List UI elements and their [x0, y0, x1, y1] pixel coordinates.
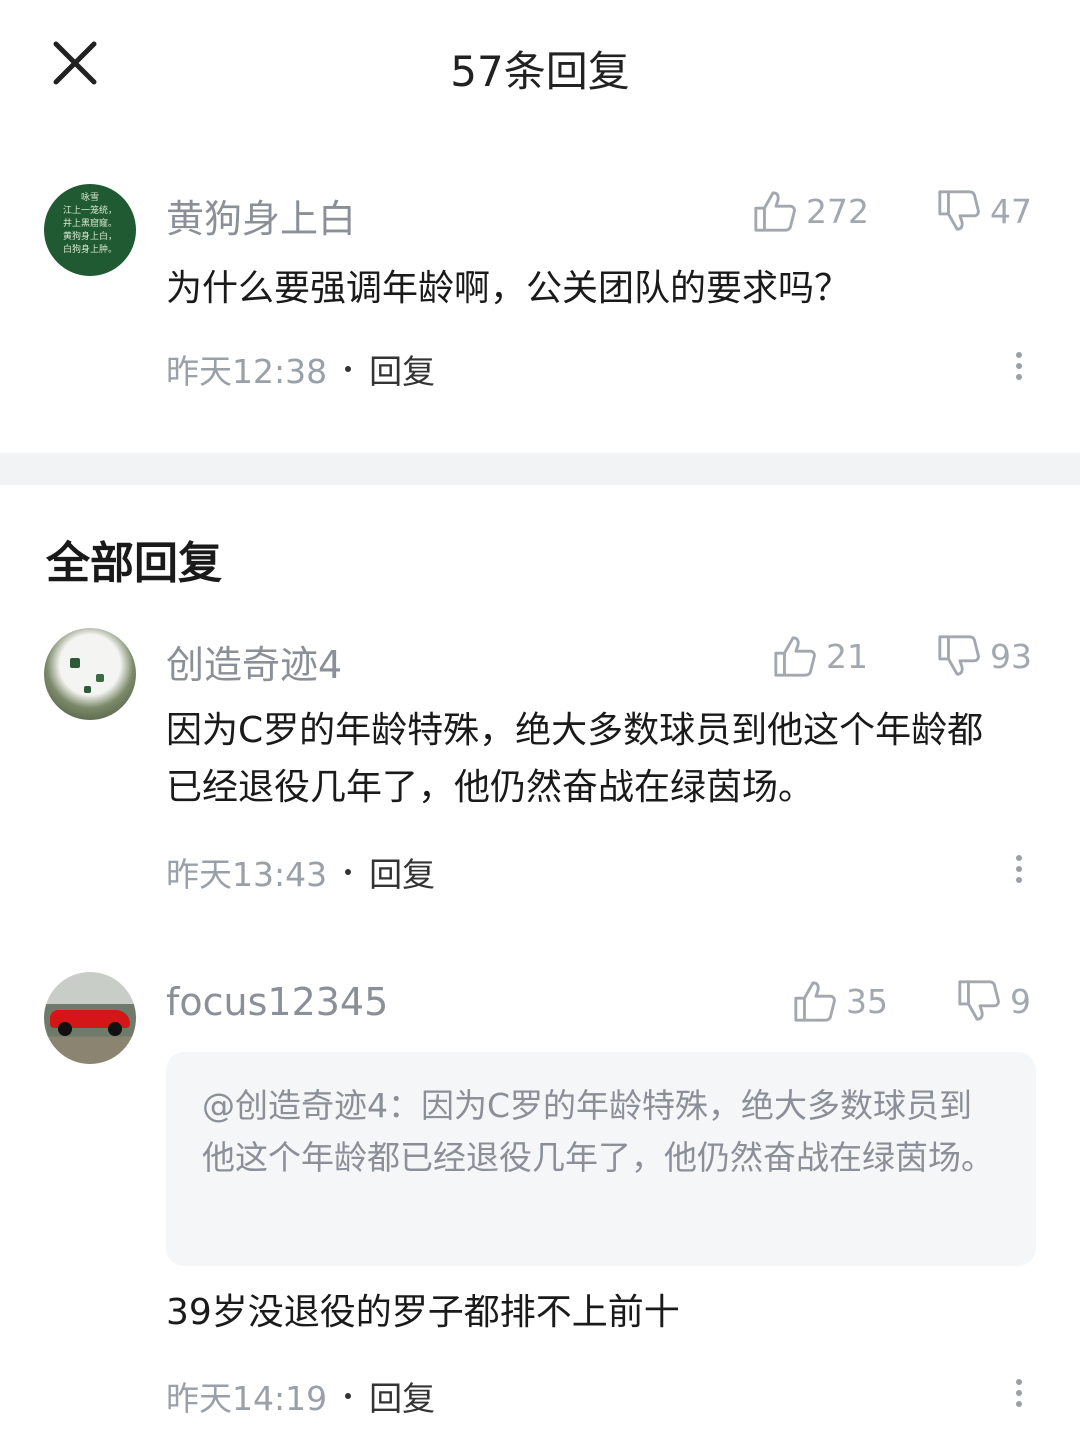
dislike-count: 47 — [990, 191, 1032, 231]
avatar-text: 井上黑窟窿。 — [62, 219, 117, 229]
thumbs-down-icon — [958, 980, 1000, 1021]
thumbs-down-icon — [938, 635, 980, 676]
thumbs-up-icon — [754, 191, 796, 232]
quoted-text: @创造奇迹4：因为C罗的年龄特殊，绝大多数球员到他这个年龄都已经退役几年了，他仍… — [202, 1086, 994, 1177]
username[interactable]: 黄狗身上白 — [166, 188, 356, 243]
timestamp: 昨天12:38 — [166, 352, 328, 391]
avatar-text: 黄狗身上白， — [62, 232, 117, 242]
like-button[interactable]: 272 — [752, 186, 869, 236]
comment-text: 因为C罗的年龄特殊，绝大多数球员到他这个年龄都已经退役几年了，他仍然奋战在绿茵场… — [166, 710, 984, 808]
comment-meta: 昨天12:38 回复 — [166, 345, 435, 393]
like-count: 21 — [826, 636, 868, 676]
dislike-button[interactable]: 93 — [936, 631, 1032, 681]
username[interactable]: focus12345 — [166, 980, 388, 1024]
separator-dot — [345, 366, 352, 372]
page-title: 57条回复 — [450, 47, 630, 96]
thumbs-down-icon — [938, 190, 980, 231]
comment-text: 39岁没退役的罗子都排不上前十 — [166, 1292, 680, 1333]
avatar-text: 咏雪 — [80, 193, 99, 203]
separator-dot — [345, 869, 352, 875]
separator-dot — [345, 1393, 352, 1399]
thumbs-up-icon — [794, 981, 836, 1022]
avatar[interactable] — [44, 972, 136, 1064]
more-options-icon[interactable] — [1008, 850, 1030, 890]
timestamp: 昨天14:19 — [166, 1379, 328, 1418]
dislike-button[interactable]: 9 — [956, 976, 1031, 1026]
like-count: 272 — [806, 191, 869, 231]
thumbs-up-icon — [774, 636, 816, 677]
comment-text: 为什么要强调年龄啊，公关团队的要求吗？ — [166, 268, 851, 309]
like-count: 35 — [846, 981, 888, 1021]
more-options-icon[interactable] — [1008, 1374, 1030, 1414]
dislike-count: 93 — [990, 636, 1032, 676]
reply-button[interactable]: 回复 — [369, 848, 435, 896]
reply-button[interactable]: 回复 — [369, 345, 435, 393]
username[interactable]: 创造奇迹4 — [166, 634, 342, 689]
like-button[interactable]: 21 — [772, 631, 868, 681]
avatar-text: 白狗身上肿。 — [62, 245, 117, 255]
section-divider — [0, 453, 1080, 485]
comment-meta: 昨天14:19 回复 — [166, 1372, 435, 1420]
avatar-text: 江上一笼统， — [62, 206, 117, 216]
avatar[interactable] — [44, 628, 136, 720]
dislike-count: 9 — [1010, 981, 1031, 1021]
dislike-button[interactable]: 47 — [936, 186, 1032, 236]
like-button[interactable]: 35 — [792, 976, 888, 1026]
quoted-comment[interactable]: @创造奇迹4：因为C罗的年龄特殊，绝大多数球员到他这个年龄都已经退役几年了，他仍… — [166, 1052, 1036, 1266]
header: 57条回复 — [0, 0, 1080, 130]
avatar[interactable]: 咏雪 江上一笼统， 井上黑窟窿。 黄狗身上白， 白狗身上肿。 — [44, 184, 136, 276]
more-options-icon[interactable] — [1008, 347, 1030, 387]
comment-meta: 昨天13:43 回复 — [166, 848, 435, 896]
reply-button[interactable]: 回复 — [369, 1372, 435, 1420]
timestamp: 昨天13:43 — [166, 855, 328, 894]
section-title: 全部回复 — [46, 538, 222, 589]
